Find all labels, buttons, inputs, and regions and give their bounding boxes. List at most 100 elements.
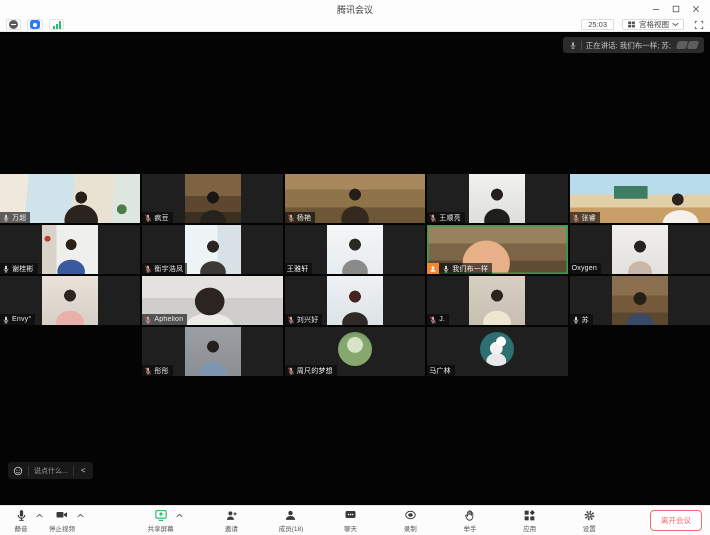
participant-name-chip: 马广林 xyxy=(427,365,455,376)
video-tile[interactable]: 苏 xyxy=(570,276,710,325)
members-icon xyxy=(284,509,297,522)
emoji-button[interactable] xyxy=(13,466,23,476)
participant-name: 我们布一样 xyxy=(452,264,488,274)
title-bar: 腾讯会议 xyxy=(0,0,710,18)
toolbar-button-camera[interactable]: 停止视频 xyxy=(49,509,75,533)
participant-name: 谢桂彬 xyxy=(12,264,34,274)
chat-input-placeholder[interactable]: 说点什么... xyxy=(34,466,68,476)
participant-name-chip: 苏 xyxy=(570,314,593,325)
mic-muted-icon xyxy=(287,367,295,375)
fullscreen-button[interactable] xyxy=(694,20,704,30)
grid-view-icon xyxy=(627,20,636,29)
toolbar-button-share-screen[interactable]: 共享屏幕 xyxy=(148,509,174,533)
toolbar-item-wrap: 举手 xyxy=(457,509,483,533)
network-signal-icon xyxy=(53,21,61,29)
chevron-up-icon[interactable] xyxy=(36,510,43,532)
participant-video xyxy=(185,225,241,274)
participant-name: 彤彤 xyxy=(154,366,168,376)
mic-on-icon xyxy=(2,316,10,324)
participant-video xyxy=(469,174,525,223)
video-stage: 正在讲话: 我们布一样; 苏; 万超 疯豆 杨艳 王顺亮 张睿 xyxy=(0,33,710,505)
video-tile[interactable]: 我们布一样 xyxy=(427,225,567,274)
chevron-up-icon[interactable] xyxy=(176,510,183,532)
toolbar-item-wrap: 应用 xyxy=(517,509,543,533)
toolbar-button-chat[interactable]: 聊天 xyxy=(338,509,364,533)
video-tile[interactable]: 谢桂彬 xyxy=(0,225,140,274)
mic-on-icon xyxy=(2,214,10,222)
video-tile[interactable]: 疯豆 xyxy=(142,174,282,223)
toolbar-item-wrap: 静音 xyxy=(8,509,45,533)
participant-name-chip: Envy° xyxy=(0,314,35,325)
mic-muted-icon xyxy=(144,214,152,222)
participant-name: 王顺亮 xyxy=(439,213,461,223)
collapse-chat-button[interactable]: < xyxy=(79,466,88,475)
toolbar-button-raise-hand[interactable]: 举手 xyxy=(457,509,483,533)
record-icon xyxy=(403,509,418,522)
participant-avatar xyxy=(480,332,514,366)
chat-icon xyxy=(344,509,357,522)
video-tile[interactable]: Oxygen xyxy=(570,225,710,274)
participant-avatar xyxy=(338,332,372,366)
close-button[interactable] xyxy=(686,0,706,18)
speaking-indicator: 正在讲话: 我们布一样; 苏; xyxy=(563,37,704,53)
toolbar-item-wrap: 成员(18) xyxy=(278,509,304,533)
toolbar-center-group: 共享屏幕 邀请 成员(18) 聊天 录制 举手应用 设置 xyxy=(114,509,636,533)
minimize-icon xyxy=(652,5,660,13)
toolbar-label: 应用 xyxy=(523,523,536,533)
video-tile[interactable]: 刘兴好 xyxy=(285,276,425,325)
meeting-window: 腾讯会议 25:03 xyxy=(0,0,710,535)
toolbar-button-mic[interactable]: 静音 xyxy=(8,509,34,533)
video-tile[interactable]: Envy° xyxy=(0,276,140,325)
toolbar-button-record[interactable]: 录制 xyxy=(397,509,423,533)
participant-video xyxy=(42,276,98,325)
video-tile[interactable]: 杨艳 xyxy=(285,174,425,223)
info-icon xyxy=(9,20,18,29)
toolbar-label: 聊天 xyxy=(344,523,357,533)
minimize-button[interactable] xyxy=(646,0,666,18)
video-tile[interactable]: 张睿 xyxy=(570,174,710,223)
video-grid: 万超 疯豆 杨艳 王顺亮 张睿 谢桂彬 衡宇浩凤 王雅轩 xyxy=(0,174,710,376)
video-tile[interactable]: J. xyxy=(427,276,567,325)
participant-name: 杨艳 xyxy=(297,213,311,223)
toolbar-item-wrap: 共享屏幕 xyxy=(148,509,185,533)
participant-name-chip: 疯豆 xyxy=(142,212,172,223)
video-tile[interactable]: 王雅轩 xyxy=(285,225,425,274)
fullscreen-icon xyxy=(694,20,704,30)
window-controls xyxy=(646,0,706,18)
toolbar-label: 录制 xyxy=(404,523,417,533)
toolbar-item-wrap: 邀请 xyxy=(218,509,244,533)
security-button[interactable] xyxy=(27,19,43,30)
video-tile[interactable]: 衡宇浩凤 xyxy=(142,225,282,274)
toolbar-label: 设置 xyxy=(583,523,596,533)
video-tile[interactable]: 马广林 xyxy=(427,327,567,376)
chat-quick-bar[interactable]: 说点什么... < xyxy=(8,462,93,479)
toolbar-left-group: 静音 停止视频 xyxy=(8,509,86,533)
mic-muted-icon xyxy=(287,214,295,222)
video-tile[interactable]: 周尺的梦想 xyxy=(285,327,425,376)
network-status-button[interactable] xyxy=(49,19,64,30)
video-tile[interactable]: 彤彤 xyxy=(142,327,282,376)
bottom-toolbar: 静音 停止视频 共享屏幕 邀请 成员(18) 聊天 录制 举手应用 设置 离开会议 xyxy=(0,505,710,535)
view-mode-button[interactable]: 宫格视图 xyxy=(622,19,684,30)
toolbar-button-apps[interactable]: 应用 xyxy=(517,509,543,533)
meeting-info-button[interactable] xyxy=(6,19,21,30)
participant-name: 马广林 xyxy=(429,366,451,376)
mic-muted-icon xyxy=(144,265,152,273)
mic-muted-icon xyxy=(572,214,580,222)
participant-name: 衡宇浩凤 xyxy=(154,264,183,274)
participant-video xyxy=(185,327,241,376)
toolbar-button-settings[interactable]: 设置 xyxy=(576,509,602,533)
video-tile[interactable]: Aphelion xyxy=(142,276,282,325)
participant-name-chip: 周尺的梦想 xyxy=(285,365,337,376)
participant-name: J. xyxy=(439,316,445,323)
mic-muted-icon xyxy=(287,316,295,324)
toolbar-label: 静音 xyxy=(15,523,28,533)
maximize-button[interactable] xyxy=(666,0,686,18)
toolbar-button-invite[interactable]: 邀请 xyxy=(218,509,244,533)
leave-meeting-button[interactable]: 离开会议 xyxy=(650,510,702,531)
video-tile[interactable]: 王顺亮 xyxy=(427,174,567,223)
chevron-up-icon[interactable] xyxy=(77,510,84,532)
video-tile[interactable]: 万超 xyxy=(0,174,140,223)
participant-name-chip: 王雅轩 xyxy=(285,263,313,274)
toolbar-button-members[interactable]: 成员(18) xyxy=(278,509,304,533)
